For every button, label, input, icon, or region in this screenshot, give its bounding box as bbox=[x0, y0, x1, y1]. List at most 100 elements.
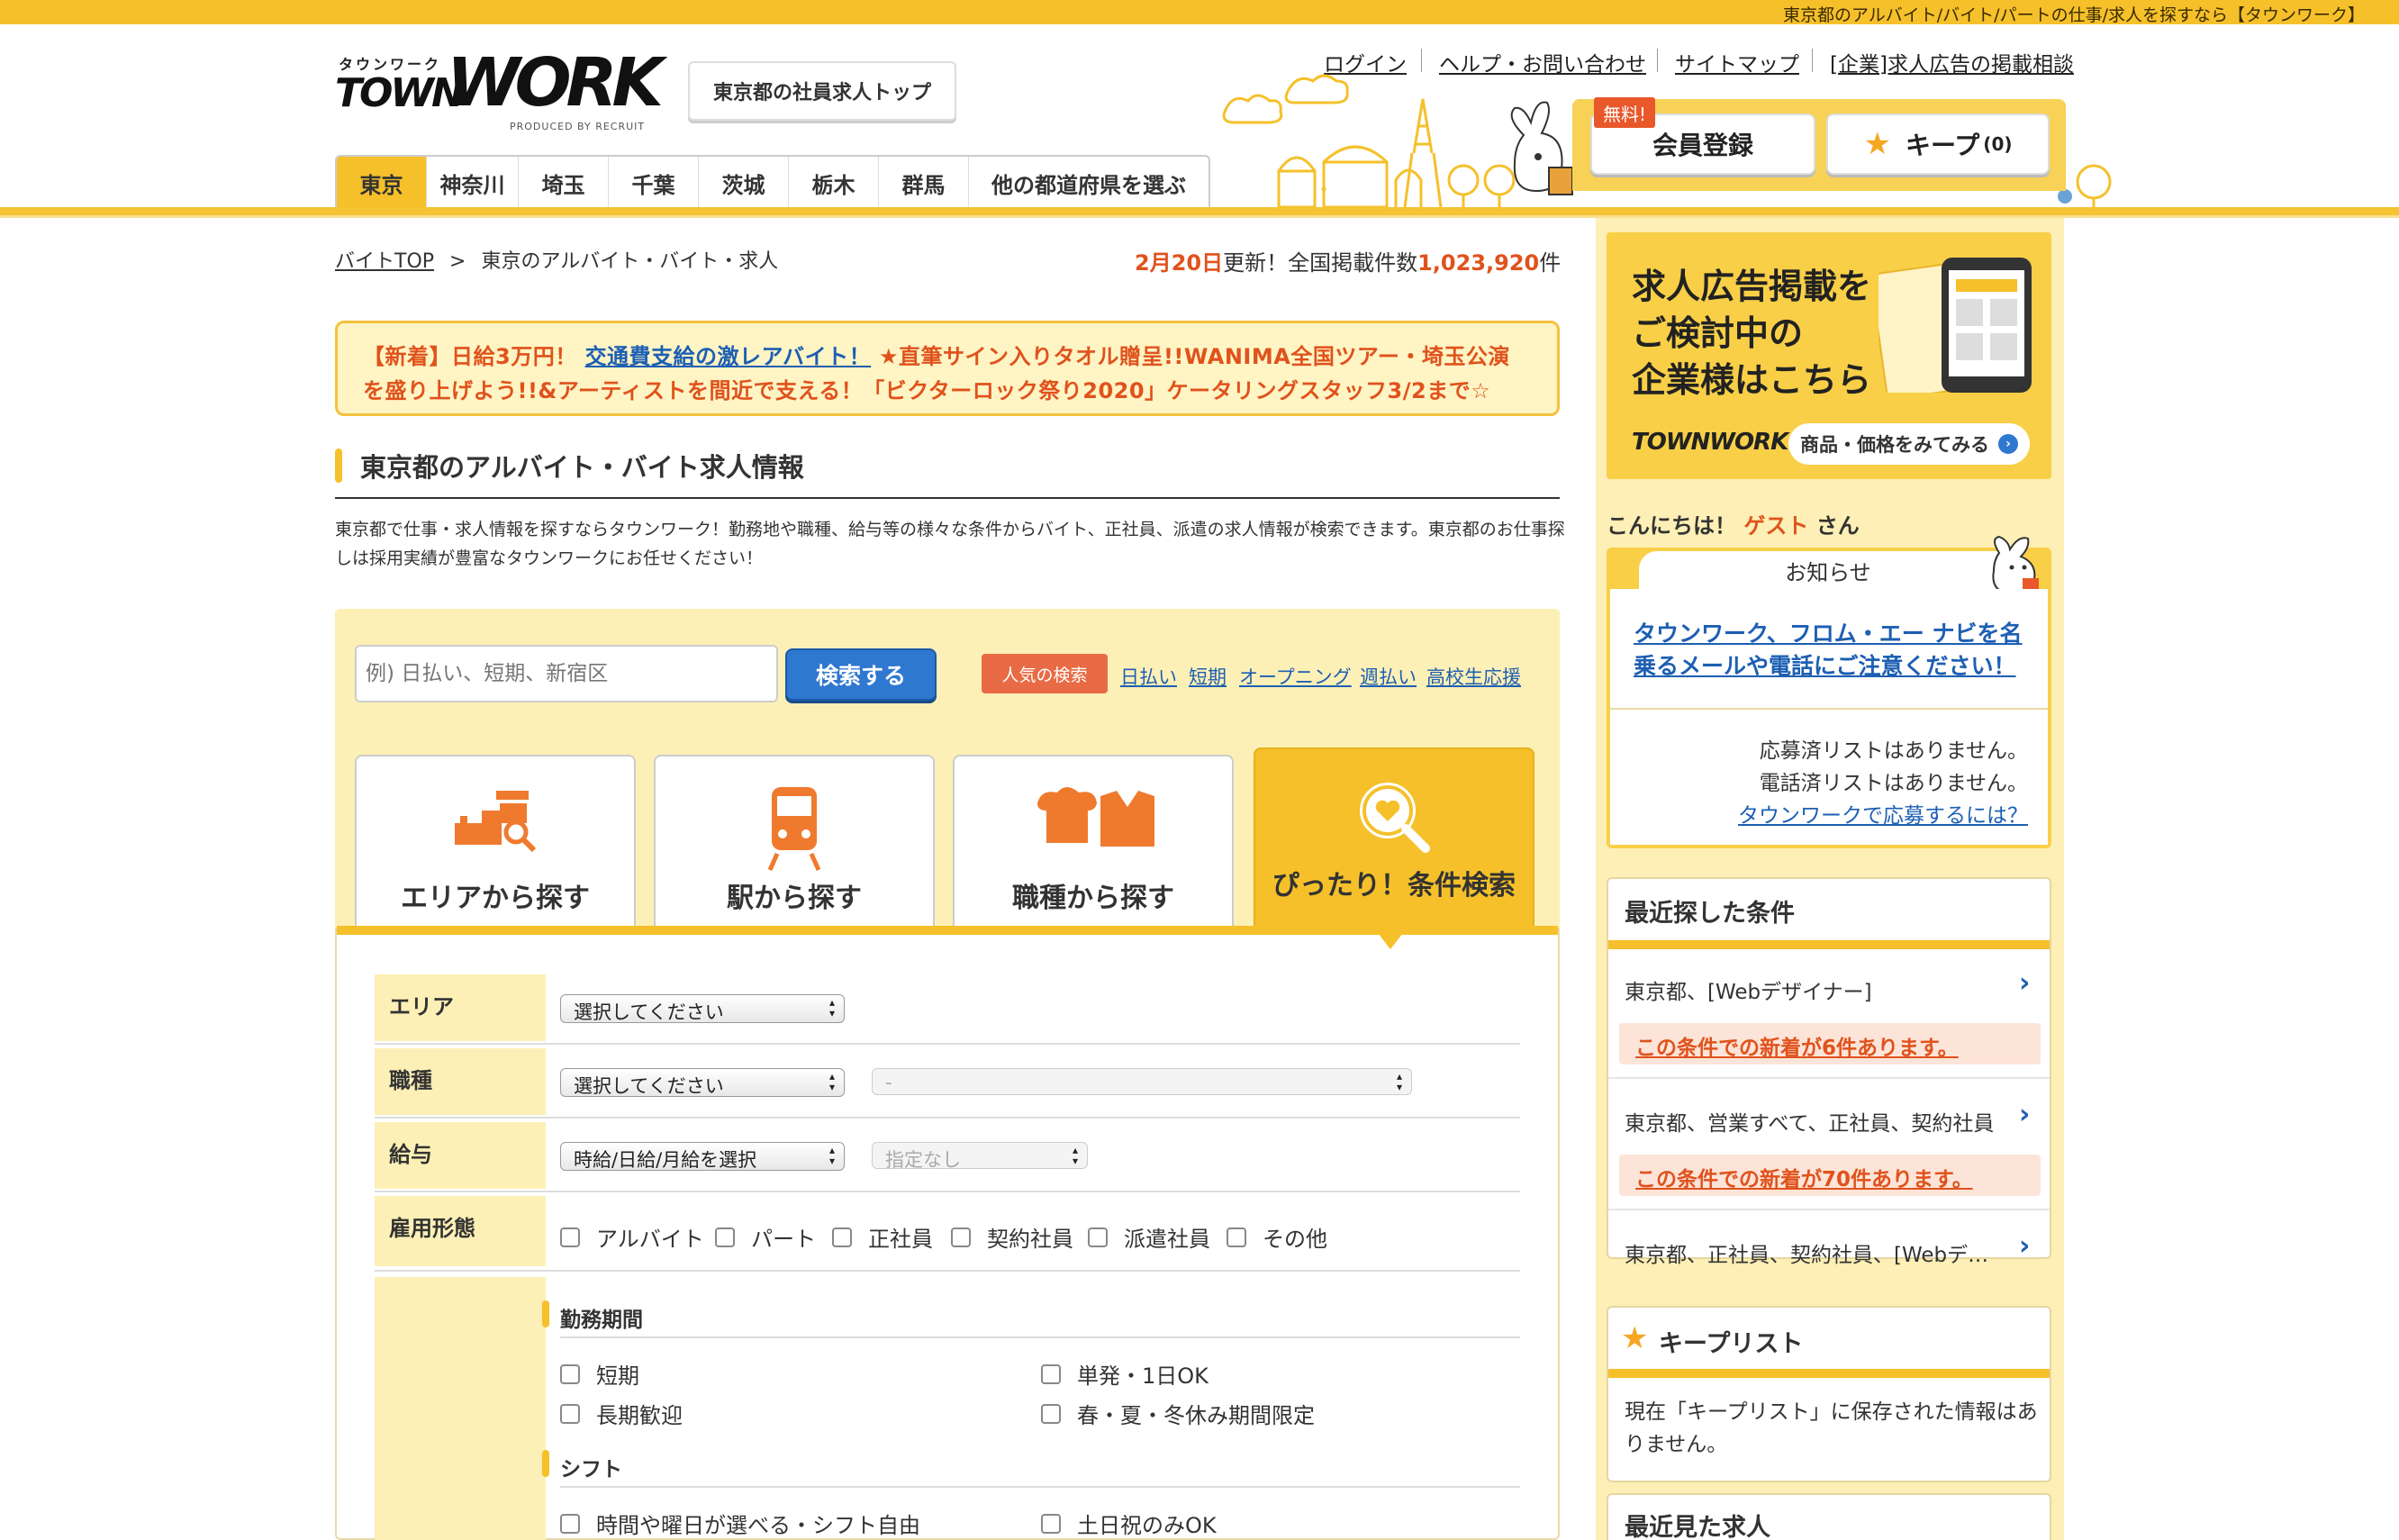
uniform-icon bbox=[1037, 787, 1154, 847]
checkbox[interactable] bbox=[1041, 1403, 1061, 1424]
recent-condition-item[interactable]: 東京都、正社員、契約社員、[Webデ… bbox=[1625, 1237, 2003, 1268]
tab-other-prefectures[interactable]: 他の都道府県を選ぶ bbox=[969, 157, 1209, 209]
employment-checkbox-dispatch[interactable]: 派遣社員 bbox=[1088, 1221, 1210, 1253]
no-applied-text: 応募済リストはありません。 bbox=[1759, 739, 2028, 763]
ad-townwork-logo: TOWNWORK bbox=[1632, 429, 1788, 456]
employment-checkbox-contract[interactable]: 契約社員 bbox=[951, 1221, 1073, 1253]
job-type-label: 職種 bbox=[375, 1048, 546, 1115]
salary-label: 給与 bbox=[375, 1122, 546, 1189]
train-icon bbox=[767, 787, 821, 872]
tab-search-job-type[interactable]: 職種から探す bbox=[953, 755, 1234, 928]
tab-tochigi[interactable]: 栃木 bbox=[789, 157, 879, 209]
tab-search-area[interactable]: エリアから探す bbox=[355, 755, 636, 928]
tab-condition-search[interactable]: ぴったり！条件検索 bbox=[1254, 747, 1534, 928]
section-title: 東京都のアルバイト・バイト求人情報 bbox=[335, 447, 1560, 499]
phone-magazine-illustration bbox=[1878, 258, 2032, 393]
chevron-right-icon[interactable]: › bbox=[2019, 967, 2030, 999]
checkbox[interactable] bbox=[1227, 1227, 1246, 1247]
tab-gunma[interactable]: 群馬 bbox=[879, 157, 969, 209]
chevron-right-icon[interactable]: › bbox=[2019, 1099, 2030, 1130]
employment-checkbox-part-time[interactable]: アルバイト bbox=[560, 1221, 704, 1253]
checkbox[interactable] bbox=[1088, 1227, 1108, 1247]
checkbox[interactable] bbox=[951, 1227, 971, 1247]
search-button[interactable]: 検索する bbox=[785, 648, 937, 701]
job-type-select[interactable]: 選択してください bbox=[560, 1068, 845, 1097]
breadcrumb-current: 東京のアルバイト・バイト・求人 bbox=[481, 250, 779, 273]
employment-checkbox-other[interactable]: その他 bbox=[1227, 1221, 1327, 1253]
chevron-right-icon: › bbox=[1998, 434, 2018, 454]
tab-saitama[interactable]: 埼玉 bbox=[519, 157, 609, 209]
employment-type-label: 雇用形態 bbox=[375, 1196, 546, 1266]
work-period-heading: 勤務期間 bbox=[542, 1300, 643, 1333]
checkbox[interactable] bbox=[1041, 1363, 1061, 1384]
ad-view-prices-button[interactable]: 商品・価格をみてみる › bbox=[1788, 423, 2030, 465]
period-checkbox-holiday[interactable]: 春・夏・冬休み期間限定 bbox=[1041, 1398, 1315, 1429]
prefecture-tabs: 東京 神奈川 埼玉 千葉 茨城 栃木 群馬 他の都道府県を選ぶ bbox=[335, 155, 1210, 209]
popular-search-badge: 人気の検索 bbox=[982, 654, 1108, 693]
no-called-text: 電話済リストはありません。 bbox=[1759, 772, 2028, 795]
employment-checkbox-full-time[interactable]: 正社員 bbox=[832, 1221, 933, 1253]
area-map-icon bbox=[455, 791, 537, 853]
salary-amount-select[interactable]: 指定なし bbox=[872, 1142, 1088, 1171]
period-checkbox-one-day[interactable]: 単発・1日OK bbox=[1041, 1358, 1209, 1390]
recent-conditions-title: 最近探した条件 bbox=[1625, 900, 1795, 928]
keep-button[interactable]: ★ キープ (0) bbox=[1826, 113, 2050, 175]
employment-checkbox-pato[interactable]: パート bbox=[715, 1221, 816, 1253]
checkbox[interactable] bbox=[560, 1513, 580, 1534]
heart-magnifier-icon bbox=[1360, 783, 1430, 853]
checkbox[interactable] bbox=[560, 1227, 580, 1247]
area-select[interactable]: 選択してください bbox=[560, 994, 845, 1023]
period-checkbox-long[interactable]: 長期歓迎 bbox=[560, 1398, 683, 1429]
top-tagline: 東京都のアルバイト/バイト/パートの仕事/求人を探すなら【タウンワーク】 bbox=[1782, 5, 2365, 25]
breadcrumb-home[interactable]: バイトTOP bbox=[335, 250, 434, 273]
popular-link-short-term[interactable]: 短期 bbox=[1189, 663, 1227, 690]
keep-list-empty-text: 現在「キープリスト」に保存された情報はありません。 bbox=[1625, 1400, 2038, 1456]
shift-checkbox-weekend[interactable]: 土日祝のみOK bbox=[1041, 1508, 1217, 1539]
checkbox[interactable] bbox=[1041, 1513, 1061, 1534]
mascot-icon bbox=[1992, 535, 2039, 594]
shift-checkbox-flexible[interactable]: 時間や曜日が選べる・シフト自由 bbox=[560, 1508, 920, 1539]
tab-kanagawa[interactable]: 神奈川 bbox=[427, 157, 519, 209]
popular-link-high-school[interactable]: 高校生応援 bbox=[1426, 663, 1521, 690]
recent-jobs-title: 最近見た求人 bbox=[1625, 1514, 1770, 1540]
employee-top-button[interactable]: 東京都の社員求人トップ bbox=[688, 61, 956, 121]
how-to-apply-link[interactable]: タウンワークで応募するには？ bbox=[1621, 798, 2028, 829]
popular-link-weekly-pay[interactable]: 週払い bbox=[1360, 663, 1417, 690]
townwork-logo[interactable]: タウンワーク TOWN WORK PRODUCED BY RECRUIT bbox=[335, 47, 664, 137]
checkbox[interactable] bbox=[832, 1227, 852, 1247]
checkbox[interactable] bbox=[560, 1363, 580, 1384]
news-notice: 【新着】日給3万円！ 交通費支給の激レアバイト！ ★直筆サイン入りタオル贈呈!!… bbox=[335, 321, 1560, 416]
notice-link[interactable]: 交通費支給の激レアバイト！ bbox=[585, 344, 872, 369]
shift-heading: シフト bbox=[542, 1450, 622, 1482]
popular-link-daily-pay[interactable]: 日払い bbox=[1120, 663, 1177, 690]
salary-select[interactable]: 時給/日給/月給を選択 bbox=[560, 1142, 845, 1171]
period-checkbox-short[interactable]: 短期 bbox=[560, 1358, 639, 1390]
free-badge: 無料! bbox=[1594, 97, 1655, 128]
popular-link-opening[interactable]: オープニング bbox=[1239, 663, 1352, 690]
keyword-search-input[interactable] bbox=[355, 645, 778, 702]
area-label: エリア bbox=[375, 974, 546, 1041]
checkbox[interactable] bbox=[560, 1403, 580, 1424]
tab-ibaraki[interactable]: 茨城 bbox=[699, 157, 789, 209]
job-subtype-select[interactable]: - bbox=[872, 1068, 1412, 1095]
new-jobs-alert[interactable]: この条件での新着が6件あります。 bbox=[1619, 1023, 2041, 1064]
recent-condition-item[interactable]: 東京都、[Webデザイナー] bbox=[1625, 974, 1872, 1005]
star-icon: ★ bbox=[1621, 1320, 1649, 1356]
checkbox[interactable] bbox=[715, 1227, 735, 1247]
star-icon: ★ bbox=[1863, 126, 1891, 162]
news-warning-link[interactable]: タウンワーク、フロム・エー ナビを名乗るメールや電話にご注意ください！ bbox=[1634, 618, 2030, 683]
section-description: 東京都で仕事・求人情報を探すならタウンワーク！勤務地や職種、給与等の様々な条件か… bbox=[335, 520, 1565, 568]
update-info: 2月20日更新！全国掲載件数1,023,920件 bbox=[1135, 250, 1562, 276]
tab-search-station[interactable]: 駅から探す bbox=[654, 755, 935, 928]
chevron-right-icon[interactable]: › bbox=[2019, 1230, 2030, 1262]
new-jobs-alert[interactable]: この条件での新着が70件あります。 bbox=[1619, 1155, 2041, 1196]
tab-tokyo[interactable]: 東京 bbox=[337, 157, 427, 209]
keep-list-title: キープリスト bbox=[1659, 1330, 1804, 1358]
recent-condition-item[interactable]: 東京都、営業すべて、正社員、契約社員 bbox=[1625, 1106, 1994, 1137]
tab-chiba[interactable]: 千葉 bbox=[609, 157, 699, 209]
recent-conditions-box bbox=[1607, 877, 2051, 1259]
advertise-banner-text: 求人広告掲載を ご検討中の 企業様はこちら bbox=[1632, 267, 1872, 400]
greeting: こんにちは！ ゲスト さん bbox=[1607, 513, 1860, 539]
news-title: お知らせ bbox=[1639, 551, 2017, 589]
top-tagline-bar: 東京都のアルバイト/バイト/パートの仕事/求人を探すなら【タウンワーク】 bbox=[0, 0, 2399, 25]
